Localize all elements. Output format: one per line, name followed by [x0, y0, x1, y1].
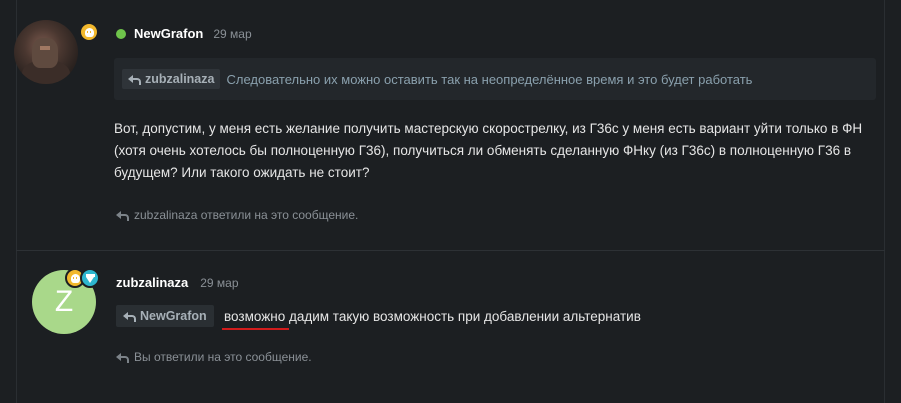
replied-note[interactable]: zubzalinaza ответили на это сообщение.	[116, 208, 358, 222]
post-date[interactable]: 29 мар	[213, 27, 251, 41]
post-divider	[16, 250, 885, 251]
quote-text: Следовательно их можно оставить так на н…	[226, 71, 753, 87]
reply-arrow-icon	[123, 311, 136, 322]
username[interactable]: zubzalinaza	[116, 275, 188, 290]
quote-block: zubzalinaza Следовательно их можно остав…	[114, 58, 876, 100]
highlighted-word: возможно	[224, 309, 286, 324]
replied-note[interactable]: Вы ответили на это сообщение.	[116, 350, 312, 364]
online-status-icon	[116, 28, 126, 39]
skull-badge-icon	[79, 22, 99, 42]
post-body: возможно дадим такую возможность при доб…	[224, 309, 641, 324]
avatar[interactable]	[14, 20, 78, 84]
post-header: NewGrafon 29 мар	[116, 26, 252, 41]
avatar-letter: Z	[54, 285, 74, 318]
replied-note-text: zubzalinaza ответили на это сообщение.	[134, 208, 359, 222]
reply-arrow-icon	[128, 74, 141, 85]
quote-author-link[interactable]: NewGrafon	[116, 305, 214, 327]
reply-arrow-icon	[116, 352, 129, 363]
reply-arrow-icon	[116, 210, 129, 221]
diamond-badge-icon	[80, 268, 100, 288]
post-date[interactable]: 29 мар	[200, 276, 238, 290]
quote-author-link[interactable]: zubzalinaza	[122, 69, 221, 89]
right-border	[884, 0, 885, 403]
post-body: Вот, допустим, у меня есть желание получ…	[114, 121, 863, 180]
quote-author: zubzalinaza	[145, 72, 215, 86]
replied-note-text: Вы ответили на это сообщение.	[134, 350, 312, 364]
quote-author: NewGrafon	[140, 309, 207, 323]
message-text: дадим такую возможность при добавлении а…	[285, 309, 641, 324]
username[interactable]: NewGrafon	[134, 26, 203, 41]
post-header: zubzalinaza 29 мар	[116, 275, 239, 290]
